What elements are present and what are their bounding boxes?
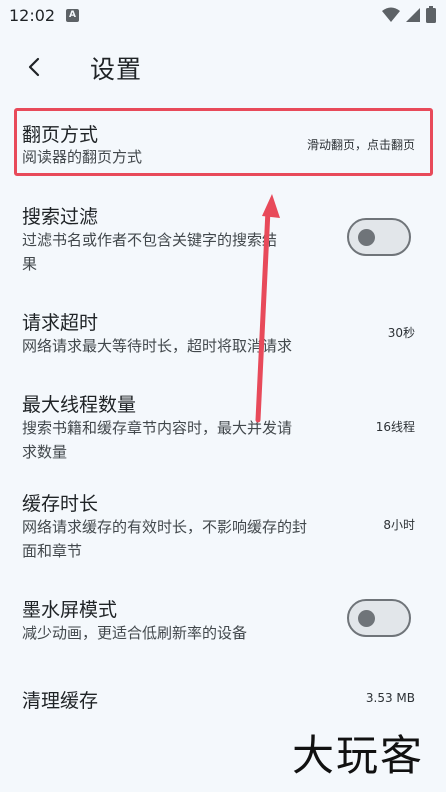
setting-cache-duration[interactable]: 缓存时长 网络请求缓存的有效时长，不影响缓存的封 面和章节 8小时: [0, 484, 446, 568]
setting-subtitle-line2: 求数量: [22, 443, 68, 461]
setting-title: 最大线程数量: [22, 394, 137, 416]
setting-title: 缓存时长: [22, 493, 99, 515]
setting-title: 墨水屏模式: [22, 599, 118, 621]
notification-a-icon: A: [66, 9, 79, 22]
toggle-knob: [358, 610, 375, 627]
status-time: 12:02: [9, 6, 56, 25]
setting-value: 16线程: [375, 420, 415, 434]
setting-subtitle: 网络请求缓存的有效时长，不影响缓存的封: [22, 518, 308, 536]
setting-title: 请求超时: [22, 312, 99, 334]
setting-value: 3.53 MB: [365, 691, 415, 705]
setting-subtitle: 搜索书籍和缓存章节内容时，最大并发请: [22, 419, 293, 437]
setting-search-filter[interactable]: 搜索过滤 过滤书名或作者不包含关键字的搜索结 果: [0, 196, 446, 280]
status-icons: [381, 6, 436, 27]
watermark-logo: 大玩客: [292, 731, 425, 780]
page-title: 设置: [90, 55, 143, 84]
chevron-left-icon: [28, 57, 40, 77]
setting-subtitle: 网络请求最大等待时长，超时将取消请求: [22, 337, 293, 355]
setting-subtitle-line2: 果: [22, 255, 38, 273]
toggle-knob: [358, 229, 375, 246]
setting-max-threads[interactable]: 最大线程数量 搜索书籍和缓存章节内容时，最大并发请 求数量 16线程: [0, 386, 446, 470]
setting-title: 翻页方式: [22, 124, 99, 146]
battery-icon: [426, 6, 436, 27]
search-filter-toggle[interactable]: [347, 218, 411, 256]
wifi-icon: [381, 7, 400, 27]
setting-value: 8小时: [383, 518, 415, 532]
setting-subtitle: 过滤书名或作者不包含关键字的搜索结: [22, 231, 278, 249]
setting-title: 清理缓存: [22, 690, 99, 712]
back-button[interactable]: [18, 50, 52, 84]
setting-eink-mode[interactable]: 墨水屏模式 减少动画，更适合低刷新率的设备: [0, 590, 446, 652]
eink-mode-toggle[interactable]: [347, 599, 411, 637]
setting-page-turn[interactable]: 翻页方式 阅读器的翻页方式 滑动翻页，点击翻页: [0, 108, 446, 176]
setting-title: 搜索过滤: [22, 206, 99, 228]
setting-request-timeout[interactable]: 请求超时 网络请求最大等待时长，超时将取消请求 30秒: [0, 302, 446, 364]
signal-icon: [405, 7, 421, 27]
setting-subtitle: 减少动画，更适合低刷新率的设备: [22, 624, 248, 642]
status-bar: 12:02 A: [0, 0, 446, 32]
setting-value: 30秒: [387, 326, 415, 340]
app-bar: 设置: [0, 36, 446, 98]
setting-clear-cache[interactable]: 清理缓存 3.53 MB: [0, 678, 446, 722]
setting-value: 滑动翻页，点击翻页: [306, 138, 415, 152]
setting-subtitle-line2: 面和章节: [22, 542, 83, 560]
setting-subtitle: 阅读器的翻页方式: [22, 148, 143, 166]
settings-screen: 12:02 A 设置 翻页方式 阅读器的翻页方式 滑动翻页，点击翻页 搜索过滤 …: [0, 0, 446, 792]
